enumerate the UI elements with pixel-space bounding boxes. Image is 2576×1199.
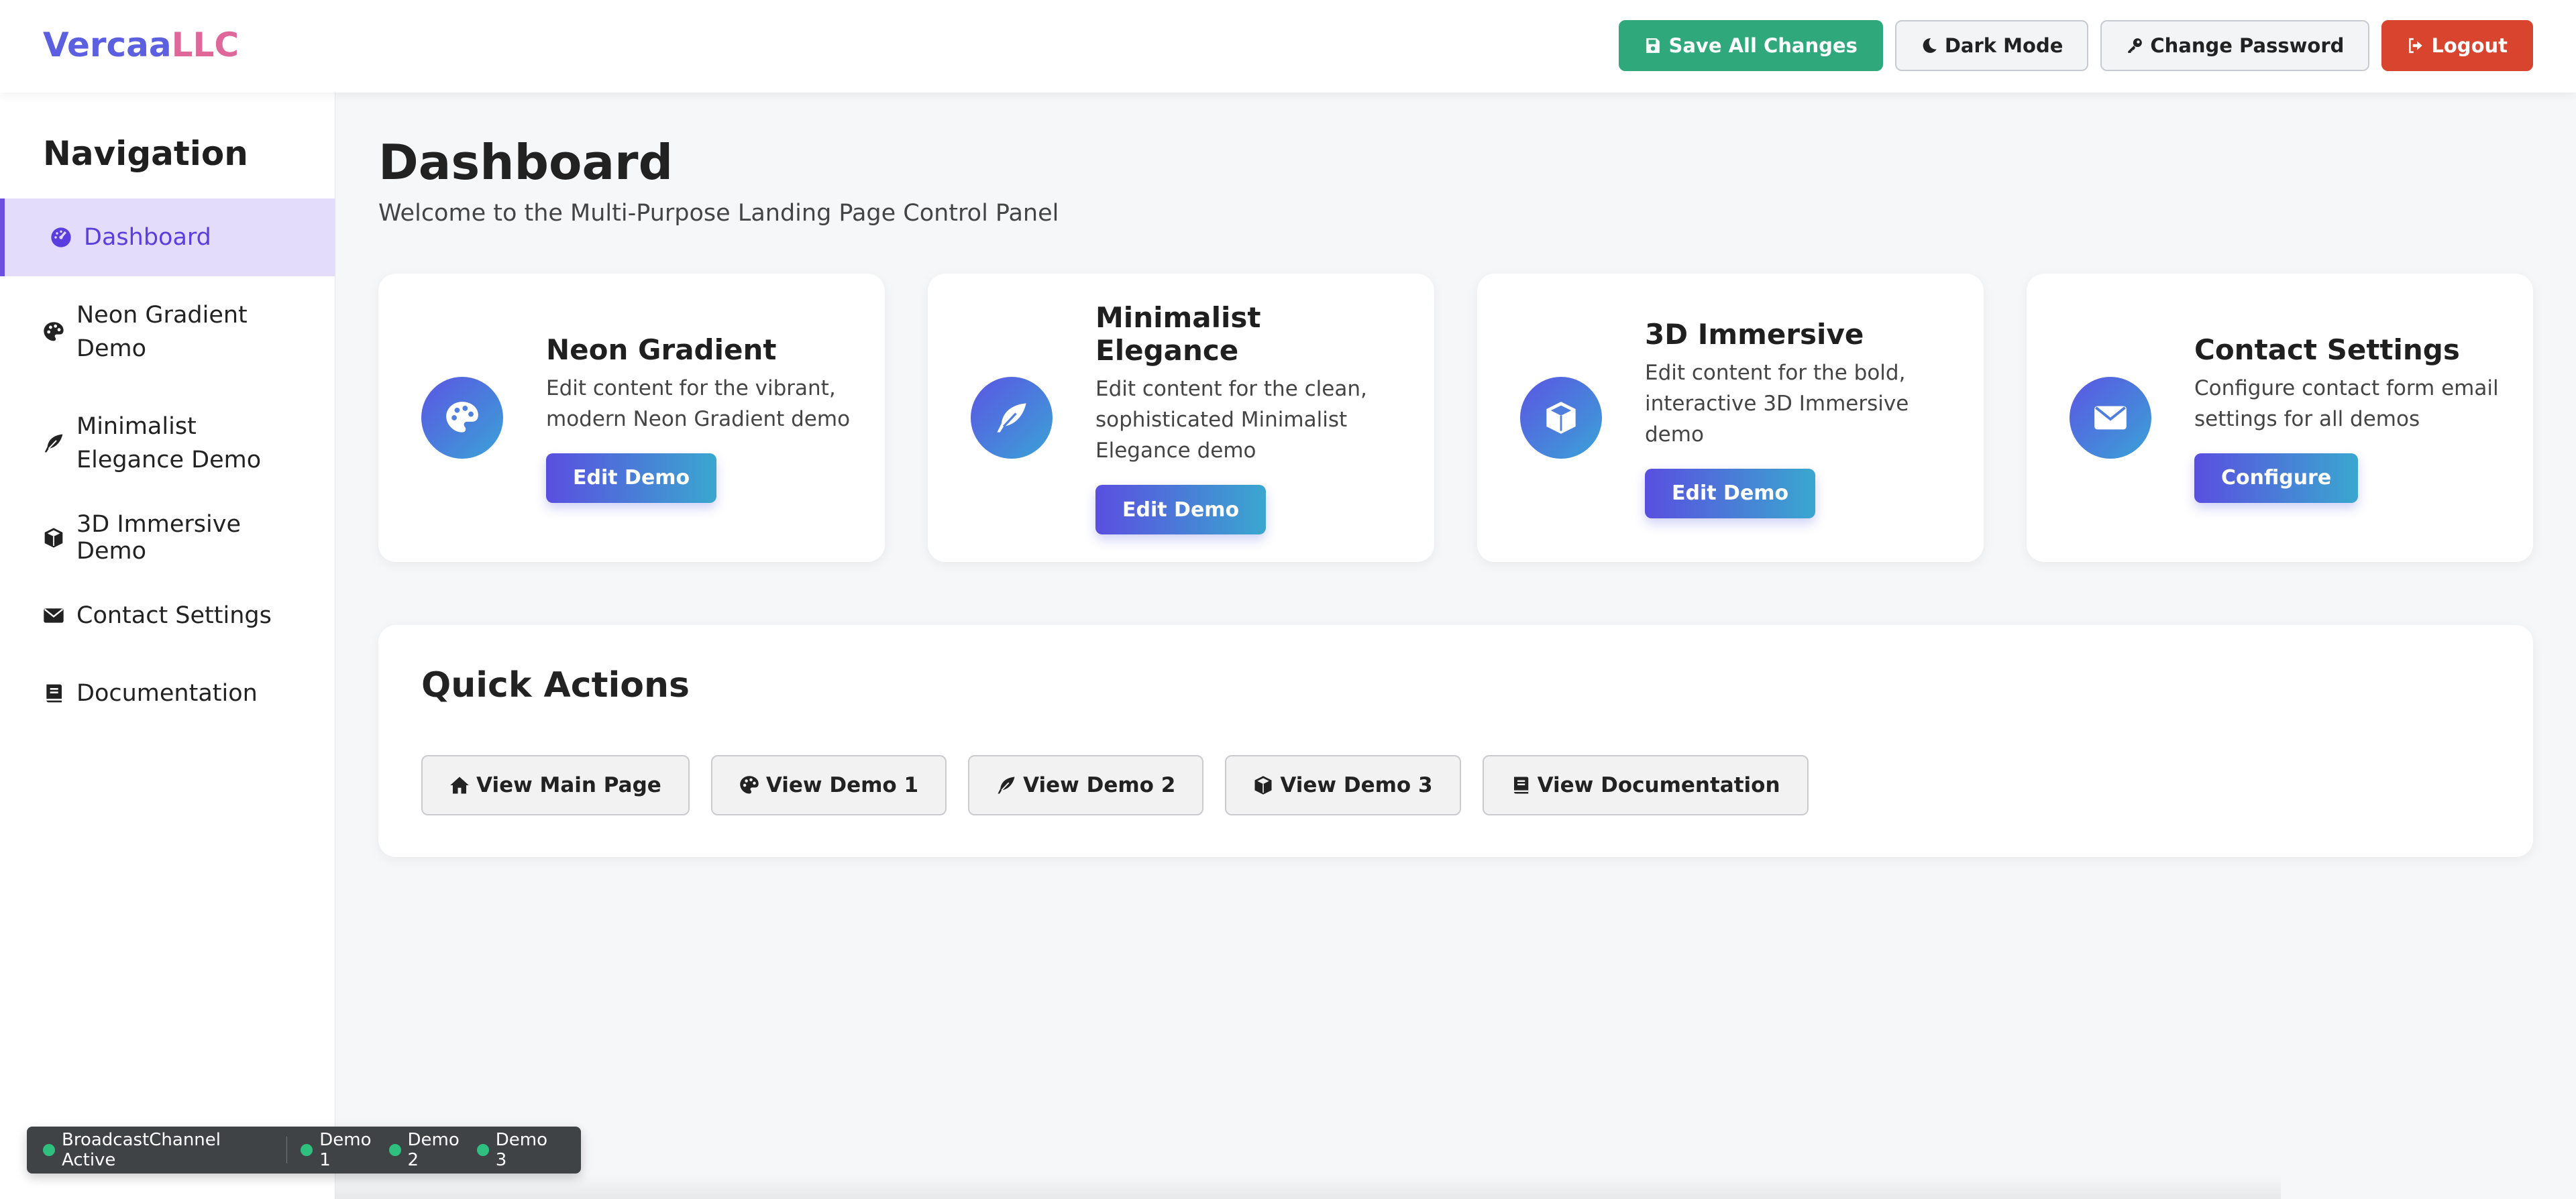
sign-out-icon [2409,38,2423,54]
sidebar-item-label: Minimalist Elegance Demo [76,413,262,473]
feather-icon [998,777,1015,794]
status-dot [388,1144,401,1156]
top-bar: VercaaLLC Save All Changes Dark Mode Cha… [0,0,2576,93]
view-documentation-button[interactable]: View Documentation [1482,755,1809,815]
sidebar-item-contact-settings[interactable]: Contact Settings [0,577,335,654]
sidebar-title: Navigation [43,134,248,173]
sidebar-item-minimalist-elegance[interactable]: Minimalist Elegance Demo [0,388,335,499]
header-actions: Save All Changes Dark Mode Change Passwo… [1619,20,2533,71]
card-icon-circle [2070,377,2151,459]
card-icon-circle [971,377,1053,459]
status-dot [301,1144,313,1156]
envelope-icon [2094,406,2127,430]
cube-icon [44,528,63,548]
card-minimalist-elegance: Minimalist Elegance Edit content for the… [928,274,1434,562]
card-title: Contact Settings [2194,333,2460,366]
dark-mode-button[interactable]: Dark Mode [1894,20,2089,71]
card-body: Neon Gradient Edit content for the vibra… [546,333,858,503]
feather-icon [44,434,63,453]
bottom-shadow [335,1174,2281,1199]
status-dot [476,1144,489,1156]
demo-3-status: Demo 3 [476,1130,551,1170]
sidebar-item-label: Contact Settings [76,602,272,629]
sidebar-item-label: Documentation [76,680,258,707]
card-description: Configure contact form email settings fo… [2194,376,2499,431]
card-title: Neon Gradient [546,333,777,366]
dashboard-icon [51,227,71,247]
card-icon-circle [1520,377,1602,459]
card-description: Edit content for the clean, sophisticate… [1095,377,1367,463]
cube-icon [1546,402,1576,434]
sidebar-item-documentation[interactable]: Documentation [0,654,335,732]
key-icon [2128,38,2143,53]
card-description: Edit content for the bold, interactive 3… [1645,360,1909,447]
edit-demo-button[interactable]: Edit Demo [1095,485,1267,534]
page-subtitle: Welcome to the Multi-Purpose Landing Pag… [378,200,1059,227]
view-demo-3-button[interactable]: View Demo 3 [1225,755,1461,815]
change-password-button[interactable]: Change Password [2100,20,2370,71]
save-all-changes-button[interactable]: Save All Changes [1619,20,1883,71]
page-title: Dashboard [378,134,674,190]
edit-demo-button[interactable]: Edit Demo [1645,468,1816,518]
view-main-page-button[interactable]: View Main Page [421,755,690,815]
card-contact-settings: Contact Settings Configure contact form … [2027,274,2533,562]
cube-icon [1254,776,1272,795]
sidebar-item-neon-gradient[interactable]: Neon Gradient Demo [0,276,335,388]
feather-icon [997,403,1026,433]
sidebar-item-label: Dashboard [84,224,211,251]
demo-1-status: Demo 1 [301,1130,375,1170]
palette-icon [44,322,64,341]
card-icon-circle [421,377,503,459]
broadcast-status: BroadcastChannel Active [43,1130,246,1170]
configure-button[interactable]: Configure [2194,453,2359,503]
sidebar-nav: Dashboard Neon Gradient Demo Minimalist … [0,198,335,732]
broadcast-status-bar: BroadcastChannel Active Demo 1 Demo 2 De… [27,1127,581,1174]
moon-icon [1923,38,1937,53]
view-demo-1-button[interactable]: View Demo 1 [710,755,947,815]
card-neon-gradient: Neon Gradient Edit content for the vibra… [378,274,885,562]
view-demo-2-button[interactable]: View Demo 2 [968,755,1204,815]
card-body: Contact Settings Configure contact form … [2194,333,2506,503]
demo-cards: Neon Gradient Edit content for the vibra… [378,274,2533,562]
brand-logo[interactable]: VercaaLLC [43,25,239,64]
logout-button[interactable]: Logout [2381,20,2533,71]
envelope-icon [44,608,64,623]
quick-actions-title: Quick Actions [421,665,690,705]
status-dot [43,1144,55,1156]
status-divider [286,1137,288,1163]
palette-icon [446,402,478,433]
sidebar-item-label: Neon Gradient Demo [76,302,248,362]
card-body: 3D Immersive Edit content for the bold, … [1645,318,1957,518]
sidebar-item-label: 3D Immersive Demo [76,511,241,565]
quick-actions-panel: Quick Actions View Main Page View Demo 1… [378,625,2533,857]
card-title: 3D Immersive [1645,317,1864,351]
sidebar-item-dashboard[interactable]: Dashboard [0,198,335,276]
demo-2-status: Demo 2 [388,1130,464,1170]
edit-demo-button[interactable]: Edit Demo [546,453,717,503]
sidebar: Navigation Dashboard Neon Gradient Demo … [0,93,335,1199]
quick-actions-buttons: View Main Page View Demo 1 View Demo 2 V… [421,755,1809,815]
card-3d-immersive: 3D Immersive Edit content for the bold, … [1477,274,1984,562]
save-icon [1646,38,1660,53]
card-description: Edit content for the vibrant, modern Neo… [546,376,851,431]
book-icon [1513,777,1528,794]
card-body: Minimalist Elegance Edit content for the… [1095,301,1407,534]
palette-icon [740,776,759,794]
home-icon [450,777,469,794]
sidebar-item-3d-immersive[interactable]: 3D Immersive Demo [0,499,335,577]
book-icon [46,684,62,703]
card-title: Minimalist Elegance [1095,301,1261,367]
